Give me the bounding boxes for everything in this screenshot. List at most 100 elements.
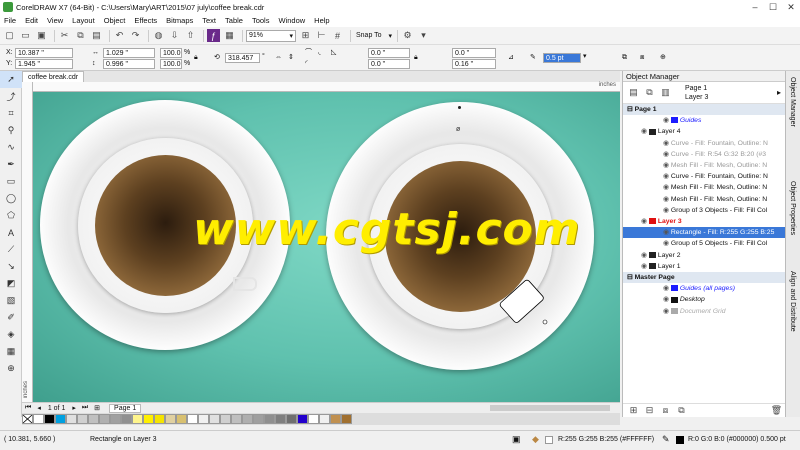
- delete-icon[interactable]: 🗑︎: [770, 404, 783, 417]
- show-object-properties-icon[interactable]: ▤: [627, 86, 640, 99]
- x-position-field[interactable]: 10.387 ": [15, 48, 73, 58]
- corner-scallop-icon[interactable]: ◟: [318, 48, 321, 58]
- drawing-canvas[interactable]: ø www.cgtsj.com: [33, 92, 620, 402]
- palette-swatch[interactable]: [231, 414, 242, 424]
- export-icon[interactable]: ⇧: [184, 29, 197, 42]
- tree-item[interactable]: ◉ Mesh Fill - Fill: Mesh, Outline: N: [623, 160, 786, 171]
- menu-edit[interactable]: Edit: [25, 16, 38, 25]
- visibility-eye-icon[interactable]: ◉: [641, 218, 649, 225]
- corner-rounded-icon[interactable]: ◜: [305, 59, 308, 69]
- add-page-icon[interactable]: ⊞: [94, 404, 100, 412]
- vertical-ruler[interactable]: inches: [22, 82, 33, 402]
- connector-tool-icon[interactable]: ↘: [0, 258, 22, 275]
- zoom-tool-icon[interactable]: ⚲: [0, 122, 22, 139]
- options-gear-icon[interactable]: ⚙: [401, 29, 414, 42]
- visibility-eye-icon[interactable]: ◉: [663, 285, 671, 292]
- visibility-eye-icon[interactable]: ◉: [663, 240, 671, 247]
- redo-icon[interactable]: ↷: [129, 29, 142, 42]
- corner-radius-bottom-left[interactable]: 0.0 ": [368, 59, 410, 69]
- interactive-fill-icon[interactable]: ◈: [0, 326, 22, 343]
- palette-swatch[interactable]: [110, 414, 121, 424]
- rectangle-tool-icon[interactable]: ▭: [0, 173, 22, 190]
- freehand-tool-icon[interactable]: ∿: [0, 139, 22, 156]
- palette-swatch[interactable]: [55, 414, 66, 424]
- menu-effects[interactable]: Effects: [134, 16, 157, 25]
- lock-corners-icon[interactable]: 🔒︎: [414, 53, 418, 63]
- import-icon[interactable]: ⇩: [168, 29, 181, 42]
- menu-window[interactable]: Window: [278, 16, 305, 25]
- menu-layout[interactable]: Layout: [72, 16, 95, 25]
- horizontal-scrollbar[interactable]: [490, 405, 610, 411]
- visibility-eye-icon[interactable]: ◉: [663, 173, 671, 180]
- close-icon[interactable]: ✕: [782, 2, 800, 13]
- toolbox-options-icon[interactable]: ⊕: [0, 360, 22, 377]
- visibility-eye-icon[interactable]: ◉: [663, 117, 671, 124]
- tab-align-distribute[interactable]: Align and Distribute: [789, 271, 796, 332]
- tab-object-properties[interactable]: Object Properties: [789, 181, 796, 235]
- quick-customize-icon[interactable]: ⊕: [660, 53, 666, 63]
- y-position-field[interactable]: 1.945 ": [15, 59, 73, 69]
- tree-item[interactable]: ◉ Layer 2: [623, 250, 786, 261]
- selected-rectangle[interactable]: [493, 267, 563, 337]
- palette-swatch[interactable]: [154, 414, 165, 424]
- palette-swatch[interactable]: [308, 414, 319, 424]
- layer-manager-view-icon[interactable]: ▥: [659, 86, 672, 99]
- visibility-eye-icon[interactable]: ◉: [663, 296, 671, 303]
- polygon-tool-icon[interactable]: ⬠: [0, 207, 22, 224]
- palette-swatch[interactable]: [330, 414, 341, 424]
- launch-icon[interactable]: ▾: [417, 29, 430, 42]
- new-master-layer-all-icon[interactable]: ⧈: [659, 404, 672, 417]
- palette-swatch[interactable]: [176, 414, 187, 424]
- lock-ratio-icon[interactable]: 🔒︎: [194, 53, 198, 63]
- palette-swatch[interactable]: [44, 414, 55, 424]
- minimize-icon[interactable]: –: [746, 2, 764, 13]
- ellipse-tool-icon[interactable]: ◯: [0, 190, 22, 207]
- tree-item[interactable]: ◉ Curve - Fill: Fountain, Outline: N: [623, 171, 786, 182]
- palette-swatch[interactable]: [319, 414, 330, 424]
- palette-swatch[interactable]: [165, 414, 176, 424]
- new-master-layer-odd-icon[interactable]: ⧉: [675, 404, 688, 417]
- search-content-icon[interactable]: ◍: [152, 29, 165, 42]
- tree-item[interactable]: ◉ Guides: [623, 115, 786, 126]
- palette-swatch[interactable]: [187, 414, 198, 424]
- corner-chamfer-icon[interactable]: ◺: [331, 48, 336, 58]
- scale-height-field[interactable]: 100.0: [160, 59, 182, 69]
- visibility-eye-icon[interactable]: ◉: [663, 140, 671, 147]
- menu-table[interactable]: Table: [225, 16, 243, 25]
- zoom-level-select[interactable]: 91% ▾: [246, 29, 296, 42]
- to-front-icon[interactable]: ⧉: [622, 53, 627, 63]
- corner-radius-top-left[interactable]: 0.0 ": [368, 48, 410, 58]
- shape-tool-icon[interactable]: ⤴: [0, 88, 22, 105]
- corel-connect-icon[interactable]: ƒ: [207, 29, 220, 42]
- visibility-eye-icon[interactable]: ◉: [663, 196, 671, 203]
- palette-swatch[interactable]: [220, 414, 231, 424]
- save-icon[interactable]: ▣: [35, 29, 48, 42]
- new-master-layer-icon[interactable]: ⊟: [643, 404, 656, 417]
- tree-item[interactable]: ◉ Group of 5 Objects - Fill: Fill Col: [623, 238, 786, 249]
- palette-swatch[interactable]: [143, 414, 154, 424]
- palette-swatch[interactable]: [264, 414, 275, 424]
- new-layer-icon[interactable]: ⊞: [627, 404, 640, 417]
- maximize-icon[interactable]: ☐: [764, 2, 782, 13]
- previous-page-icon[interactable]: ◂: [37, 404, 41, 412]
- tree-item[interactable]: ◉ Desktop: [623, 294, 786, 305]
- copy-icon[interactable]: ⧉: [74, 29, 87, 42]
- tab-object-manager[interactable]: Object Manager: [789, 77, 796, 127]
- visibility-eye-icon[interactable]: ◉: [641, 128, 649, 135]
- color-eyedropper-icon[interactable]: ✐: [0, 309, 22, 326]
- tree-item[interactable]: ◉ Curve - Fill: R:54 G:32 B:20 (#3: [623, 149, 786, 160]
- tree-item[interactable]: ◉ Group of 3 Objects - Fill: Fill Col: [623, 205, 786, 216]
- palette-swatch[interactable]: [253, 414, 264, 424]
- palette-swatch[interactable]: [242, 414, 253, 424]
- visibility-eye-icon[interactable]: ◉: [663, 184, 671, 191]
- chevron-down-icon[interactable]: ▾: [583, 52, 587, 62]
- outline-width-field[interactable]: 0.5 pt: [543, 53, 581, 63]
- collapse-icon[interactable]: ⊟: [627, 106, 635, 113]
- palette-swatch[interactable]: [66, 414, 77, 424]
- tree-section-header[interactable]: ⊟ Page 1: [623, 104, 786, 115]
- visibility-eye-icon[interactable]: ◉: [663, 162, 671, 169]
- text-tool-icon[interactable]: A: [0, 224, 22, 241]
- horizontal-ruler[interactable]: inches: [33, 82, 620, 92]
- smart-fill-icon[interactable]: ▦: [0, 343, 22, 360]
- tree-item[interactable]: ◉ Mesh Fill - Fill: Mesh, Outline: N: [623, 194, 786, 205]
